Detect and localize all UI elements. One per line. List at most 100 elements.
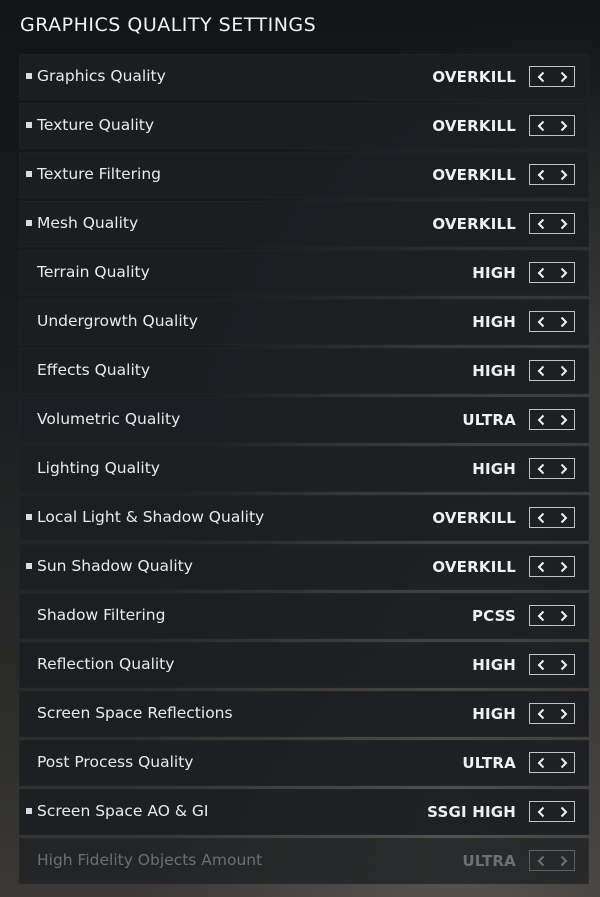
- setting-value: OVERKILL: [432, 68, 516, 86]
- chevron-left-icon[interactable]: [530, 263, 552, 282]
- chevron-left-icon[interactable]: [530, 606, 552, 625]
- modified-marker-icon: [26, 563, 32, 569]
- modified-marker-icon: [26, 808, 32, 814]
- chevron-right-icon[interactable]: [552, 508, 574, 527]
- modified-marker-icon: [26, 220, 32, 226]
- value-stepper[interactable]: [529, 654, 575, 675]
- chevron-left-icon[interactable]: [530, 67, 552, 86]
- chevron-right-icon[interactable]: [552, 557, 574, 576]
- chevron-left-icon: [530, 851, 552, 870]
- chevron-right-icon[interactable]: [552, 312, 574, 331]
- chevron-right-icon[interactable]: [552, 655, 574, 674]
- value-stepper[interactable]: [529, 458, 575, 479]
- setting-label: Terrain Quality: [37, 263, 150, 281]
- setting-label: Texture Filtering: [37, 165, 162, 183]
- setting-row-undergrowth-quality[interactable]: Undergrowth Quality HIGH: [19, 299, 589, 345]
- setting-value: HIGH: [472, 362, 516, 380]
- value-stepper[interactable]: [529, 703, 575, 724]
- setting-value: HIGH: [472, 460, 516, 478]
- setting-row-screen-space-reflections[interactable]: Screen Space Reflections HIGH: [19, 691, 589, 737]
- chevron-left-icon[interactable]: [530, 165, 552, 184]
- setting-value: OVERKILL: [432, 509, 516, 527]
- setting-row-local-light-and-shadow-quality[interactable]: Local Light & Shadow Quality OVERKILL: [19, 495, 589, 541]
- setting-row-reflection-quality[interactable]: Reflection Quality HIGH: [19, 642, 589, 688]
- chevron-left-icon[interactable]: [530, 508, 552, 527]
- value-stepper[interactable]: [529, 605, 575, 626]
- setting-label: Graphics Quality: [37, 67, 166, 85]
- setting-value: OVERKILL: [432, 215, 516, 233]
- setting-value: HIGH: [472, 705, 516, 723]
- setting-value: PCSS: [471, 607, 516, 625]
- value-stepper[interactable]: [529, 409, 575, 430]
- value-stepper[interactable]: [529, 556, 575, 577]
- setting-row-texture-filtering[interactable]: Texture Filtering OVERKILL: [19, 152, 589, 198]
- chevron-left-icon[interactable]: [530, 116, 552, 135]
- chevron-right-icon[interactable]: [552, 606, 574, 625]
- chevron-right-icon[interactable]: [552, 802, 574, 821]
- chevron-left-icon[interactable]: [530, 802, 552, 821]
- setting-value: OVERKILL: [432, 558, 516, 576]
- chevron-right-icon[interactable]: [552, 165, 574, 184]
- setting-row-terrain-quality[interactable]: Terrain Quality HIGH: [19, 250, 589, 296]
- setting-value: ULTRA: [462, 411, 516, 429]
- setting-row-high-fidelity-objects-amount: High Fidelity Objects Amount ULTRA: [19, 838, 589, 884]
- chevron-right-icon[interactable]: [552, 704, 574, 723]
- chevron-left-icon[interactable]: [530, 557, 552, 576]
- chevron-left-icon[interactable]: [530, 655, 552, 674]
- page-title: GRAPHICS QUALITY SETTINGS: [20, 14, 317, 36]
- setting-value: ULTRA: [462, 852, 516, 870]
- setting-row-effects-quality[interactable]: Effects Quality HIGH: [19, 348, 589, 394]
- modified-marker-icon: [26, 171, 32, 177]
- chevron-right-icon[interactable]: [552, 67, 574, 86]
- chevron-right-icon[interactable]: [552, 116, 574, 135]
- setting-row-post-process-quality[interactable]: Post Process Quality ULTRA: [19, 740, 589, 786]
- chevron-right-icon[interactable]: [552, 263, 574, 282]
- setting-row-graphics-quality[interactable]: Graphics Quality OVERKILL: [19, 54, 589, 100]
- setting-label: Undergrowth Quality: [37, 312, 198, 330]
- value-stepper[interactable]: [529, 360, 575, 381]
- setting-label: Lighting Quality: [37, 459, 160, 477]
- chevron-right-icon: [552, 851, 574, 870]
- chevron-right-icon[interactable]: [552, 214, 574, 233]
- setting-label: Reflection Quality: [37, 655, 175, 673]
- setting-value: ULTRA: [462, 754, 516, 772]
- setting-row-volumetric-quality[interactable]: Volumetric Quality ULTRA: [19, 397, 589, 443]
- setting-label: Mesh Quality: [37, 214, 139, 232]
- chevron-left-icon[interactable]: [530, 459, 552, 478]
- value-stepper[interactable]: [529, 752, 575, 773]
- chevron-left-icon[interactable]: [530, 312, 552, 331]
- chevron-right-icon[interactable]: [552, 410, 574, 429]
- value-stepper[interactable]: [529, 66, 575, 87]
- setting-value: HIGH: [472, 656, 516, 674]
- value-stepper[interactable]: [529, 213, 575, 234]
- chevron-right-icon[interactable]: [552, 753, 574, 772]
- settings-list: Graphics Quality OVERKILL Texture Quality O…: [19, 54, 589, 887]
- setting-row-mesh-quality[interactable]: Mesh Quality OVERKILL: [19, 201, 589, 247]
- modified-marker-icon: [26, 122, 32, 128]
- chevron-left-icon[interactable]: [530, 704, 552, 723]
- setting-label: Post Process Quality: [37, 753, 194, 771]
- chevron-left-icon[interactable]: [530, 361, 552, 380]
- chevron-left-icon[interactable]: [530, 410, 552, 429]
- modified-marker-icon: [26, 73, 32, 79]
- chevron-right-icon[interactable]: [552, 361, 574, 380]
- chevron-right-icon[interactable]: [552, 459, 574, 478]
- setting-value: SSGI HIGH: [427, 803, 516, 821]
- chevron-left-icon[interactable]: [530, 753, 552, 772]
- setting-row-sun-shadow-quality[interactable]: Sun Shadow Quality OVERKILL: [19, 544, 589, 590]
- setting-row-texture-quality[interactable]: Texture Quality OVERKILL: [19, 103, 589, 149]
- setting-value: OVERKILL: [432, 117, 516, 135]
- value-stepper: [529, 850, 575, 871]
- value-stepper[interactable]: [529, 311, 575, 332]
- value-stepper[interactable]: [529, 262, 575, 283]
- value-stepper[interactable]: [529, 801, 575, 822]
- chevron-left-icon[interactable]: [530, 214, 552, 233]
- setting-label: Shadow Filtering: [37, 606, 166, 624]
- setting-row-screen-space-ao-and-gi[interactable]: Screen Space AO & GI SSGI HIGH: [19, 789, 589, 835]
- value-stepper[interactable]: [529, 115, 575, 136]
- value-stepper[interactable]: [529, 164, 575, 185]
- setting-label: Texture Quality: [37, 116, 155, 134]
- value-stepper[interactable]: [529, 507, 575, 528]
- setting-row-lighting-quality[interactable]: Lighting Quality HIGH: [19, 446, 589, 492]
- setting-row-shadow-filtering[interactable]: Shadow Filtering PCSS: [19, 593, 589, 639]
